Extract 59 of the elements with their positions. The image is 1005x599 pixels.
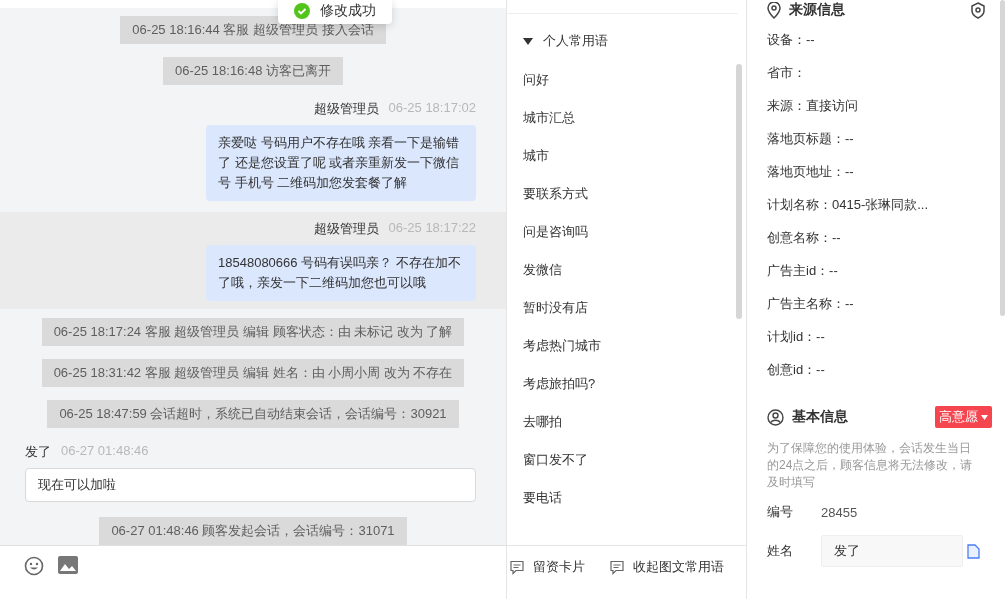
system-notice: 06-25 18:16:48 访客已离开 — [162, 57, 344, 85]
section-title: 基本信息 — [792, 408, 848, 426]
phrase-item[interactable]: 考虑热门城市 — [523, 327, 601, 365]
check-icon — [294, 3, 310, 19]
info-row-text: 计划id：-- — [767, 327, 826, 346]
phrase-group-title[interactable]: 个人常用语 — [543, 32, 608, 50]
phrase-item[interactable]: 暂时没有店 — [523, 289, 588, 327]
info-row-text: 创意id：-- — [767, 360, 826, 379]
info-row-text: 广告主名称：-- — [767, 294, 855, 313]
location-pin-icon — [767, 1, 781, 19]
scrollbar[interactable] — [1000, 0, 1005, 316]
info-row-text: 计划名称：0415-张琳同款... — [767, 195, 930, 214]
message-icon — [509, 559, 525, 575]
message-bubble: 18548080666 号码有误吗亲？ 不存在加不了哦，亲发一下二维码加您也可以哦 — [206, 245, 476, 301]
message-bubble: 亲爱哒 号码用户不存在哦 亲看一下是输错了 还是您设置了呢 或者亲重新发一下微信号 手机号 二维码加您发套餐了解 — [206, 125, 476, 201]
emoji-icon[interactable] — [24, 556, 44, 576]
phrase-item[interactable]: 发微信 — [523, 251, 562, 289]
shield-icon[interactable] — [970, 1, 986, 19]
phrase-item[interactable]: 窗口发不了 — [523, 441, 588, 479]
phrase-item[interactable]: 问是咨询吗 — [523, 213, 588, 251]
info-row-text: 设备：-- — [767, 30, 816, 49]
info-row-text: 省市： — [767, 63, 807, 82]
field-label: 编号 — [767, 503, 794, 521]
message-bubble: 现在可以加啦 — [25, 468, 476, 502]
user-icon — [767, 408, 784, 426]
message-time: 06-27 01:48:46 — [61, 443, 149, 460]
phrase-item[interactable]: 考虑旅拍吗? — [523, 365, 596, 403]
info-row-text: 来源：直接访问 — [767, 96, 859, 115]
info-note: 为了保障您的使用体验，会话发生当日的24点之后，顾客信息将无法修改，请及时填写 — [767, 440, 974, 491]
phrase-item[interactable]: 去哪拍 — [523, 403, 562, 441]
copy-icon[interactable] — [967, 543, 980, 559]
message-time: 06-25 18:17:02 — [388, 100, 476, 117]
info-row-text: 创意名称：-- — [767, 228, 842, 247]
phrase-item[interactable]: 城市 — [523, 137, 549, 175]
system-notice: 06-25 18:17:24 客服 超级管理员 编辑 顾客状态：由 未标记 改为 了解 — [41, 318, 465, 346]
footer-button[interactable]: 收起图文常用语 — [609, 558, 724, 576]
name-input[interactable]: 发了 — [821, 535, 963, 567]
message-icon — [609, 559, 625, 575]
footer-button[interactable]: 留资卡片 — [509, 558, 585, 576]
system-notice: 06-25 18:31:42 客服 超级管理员 编辑 姓名：由 小周小周 改为 不存在 — [41, 359, 465, 387]
phrase-item[interactable]: 城市汇总 — [523, 99, 575, 137]
caret-icon[interactable] — [523, 37, 533, 45]
sender-name: 超级管理员 — [313, 100, 379, 118]
phrase-item[interactable]: 要联系方式 — [523, 175, 588, 213]
system-notice: 06-27 01:48:46 顾客发起会话，会话编号：31071 — [99, 517, 407, 545]
scrollbar[interactable] — [736, 64, 742, 319]
info-row-text: 落地页地址：-- — [767, 162, 855, 181]
phrase-item[interactable]: 要电话 — [523, 479, 562, 517]
info-row-text: 落地页标题：-- — [767, 129, 855, 148]
image-icon[interactable] — [58, 556, 78, 574]
info-row-text: 广告主id：-- — [767, 261, 839, 280]
phrase-item[interactable]: 问好 — [523, 61, 549, 99]
section-title: 来源信息 — [789, 1, 845, 19]
system-notice: 06-25 18:47:59 会话超时，系统已自动结束会话，会话编号：30921 — [47, 400, 459, 428]
sender-name: 超级管理员 — [313, 220, 379, 238]
intent-tag-dropdown[interactable]: 高意愿 — [935, 406, 992, 428]
field-value: 28455 — [821, 504, 858, 520]
sender-name: 发了 — [25, 443, 51, 461]
field-label: 姓名 — [767, 542, 794, 560]
